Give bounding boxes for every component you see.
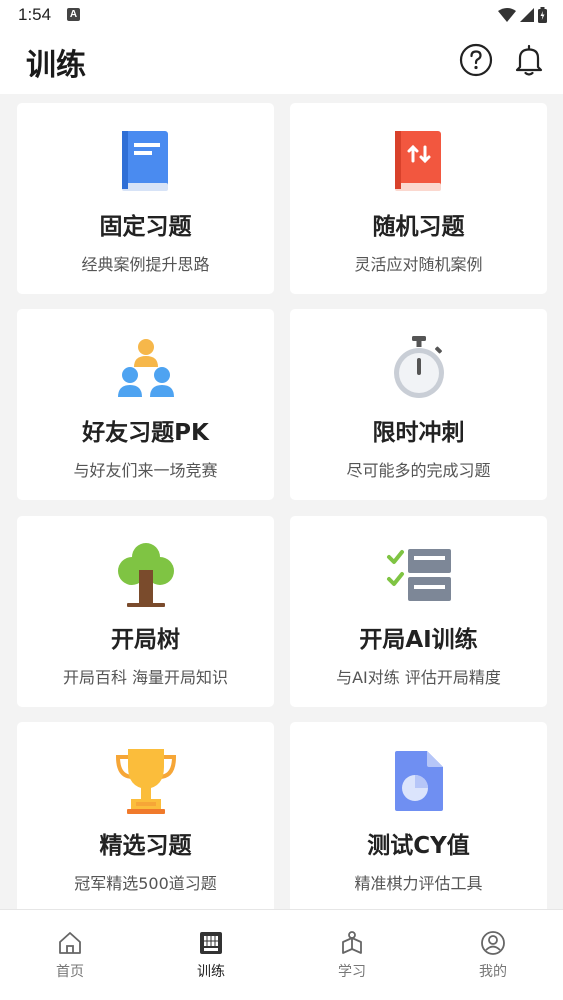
card-selected-exercises[interactable]: 精选习题 冠军精选500道习题 bbox=[17, 722, 274, 909]
friends-group-icon bbox=[111, 333, 181, 403]
card-title: 精选习题 bbox=[99, 833, 192, 859]
nav-label: 训练 bbox=[197, 964, 225, 980]
checklist-icon bbox=[384, 540, 454, 610]
wifi-icon bbox=[498, 8, 516, 22]
card-time-sprint[interactable]: 限时冲刺 尽可能多的完成习题 bbox=[290, 309, 547, 500]
nav-label: 我的 bbox=[479, 964, 507, 980]
status-bar: 1:54 A bbox=[0, 0, 563, 32]
help-button[interactable] bbox=[458, 42, 494, 78]
nav-item-profile[interactable]: 我的 bbox=[423, 910, 563, 1000]
nav-item-study[interactable]: 学习 bbox=[282, 910, 422, 1000]
blue-book-icon bbox=[111, 127, 181, 197]
nav-item-home[interactable]: 首页 bbox=[0, 910, 140, 1000]
help-icon bbox=[459, 43, 493, 77]
card-subtitle: 灵活应对随机案例 bbox=[354, 255, 483, 274]
battery-icon bbox=[538, 7, 547, 23]
card-subtitle: 尽可能多的完成习题 bbox=[346, 461, 491, 480]
card-subtitle: 冠军精选500道习题 bbox=[74, 874, 217, 893]
card-friend-pk[interactable]: 好友习题PK 与好友们来一场竞赛 bbox=[17, 309, 274, 500]
card-subtitle: 精准棋力评估工具 bbox=[354, 874, 483, 893]
bottom-nav: 首页 训练 学习 我的 bbox=[0, 909, 563, 1000]
pie-document-icon bbox=[384, 746, 454, 816]
tree-icon bbox=[111, 540, 181, 610]
card-subtitle: 开局百科 海量开局知识 bbox=[62, 668, 229, 687]
card-title: 测试CY值 bbox=[367, 833, 470, 859]
card-subtitle: 经典案例提升思路 bbox=[81, 255, 210, 274]
card-subtitle: 与AI对练 评估开局精度 bbox=[336, 668, 501, 687]
nav-label: 学习 bbox=[338, 964, 366, 980]
status-time: 1:54 bbox=[18, 5, 52, 24]
nav-label: 首页 bbox=[56, 964, 84, 980]
card-title: 开局树 bbox=[111, 627, 180, 653]
card-opening-tree[interactable]: 开局树 开局百科 海量开局知识 bbox=[17, 516, 274, 707]
card-fixed-exercises[interactable]: 固定习题 经典案例提升思路 bbox=[17, 103, 274, 294]
card-random-exercises[interactable]: 随机习题 灵活应对随机案例 bbox=[290, 103, 547, 294]
signal-icon bbox=[520, 8, 534, 22]
notification-badge: A bbox=[67, 8, 80, 21]
card-test-cy-value[interactable]: 测试CY值 精准棋力评估工具 bbox=[290, 722, 547, 909]
header: 训练 bbox=[0, 32, 563, 94]
stopwatch-icon bbox=[384, 333, 454, 403]
trophy-icon bbox=[111, 746, 181, 816]
page-title: 训练 bbox=[26, 48, 86, 83]
red-shuffle-book-icon bbox=[384, 127, 454, 197]
profile-icon bbox=[481, 931, 505, 955]
card-title: 固定习题 bbox=[99, 214, 192, 240]
card-title: 好友习题PK bbox=[82, 420, 209, 446]
home-icon bbox=[59, 932, 81, 954]
card-subtitle: 与好友们来一场竞赛 bbox=[73, 461, 218, 480]
nav-item-training[interactable]: 训练 bbox=[141, 910, 281, 1000]
status-icons bbox=[498, 6, 547, 24]
card-opening-ai-training[interactable]: 开局AI训练 与AI对练 评估开局精度 bbox=[290, 516, 547, 707]
notification-button[interactable] bbox=[511, 42, 547, 78]
study-icon bbox=[342, 931, 362, 954]
card-title: 开局AI训练 bbox=[359, 627, 478, 653]
card-title: 限时冲刺 bbox=[372, 420, 465, 446]
bell-icon bbox=[515, 44, 543, 76]
training-grid: 固定习题 经典案例提升思路 随机习题 灵活应对随机案例 好友习题PK 与好友们来… bbox=[0, 94, 563, 909]
card-title: 随机习题 bbox=[372, 214, 465, 240]
training-board-icon bbox=[200, 932, 222, 954]
